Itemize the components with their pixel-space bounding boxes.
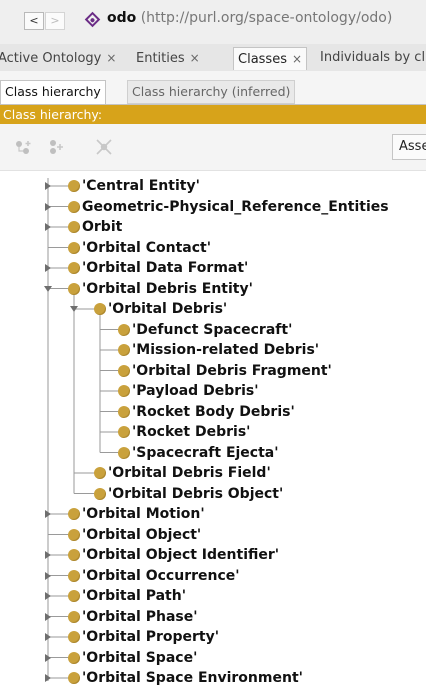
class-label: 'Orbital Debris'	[108, 301, 228, 317]
class-hierarchy-header: Class hierarchy:	[0, 105, 426, 124]
hierarchy-toolbar: Asse	[0, 124, 426, 171]
class-circle-icon	[68, 221, 80, 233]
expand-triangle-icon[interactable]	[44, 571, 52, 581]
tab-class-hierarchy[interactable]: Class hierarchy	[0, 80, 106, 104]
class-label: 'Orbital Debris Fragment'	[132, 362, 332, 379]
class-label: 'Rocket Debris'	[132, 424, 251, 440]
forward-button[interactable]: >	[45, 12, 65, 30]
expand-triangle-icon[interactable]	[44, 181, 52, 191]
tab-label: Entities	[136, 51, 185, 66]
active-ontology-title: odo (http://purl.org/space-ontology/odo)	[107, 10, 392, 26]
class-label: 'Mission-related Debris'	[132, 342, 320, 358]
class-circle-icon	[68, 590, 80, 602]
expand-triangle-icon[interactable]	[44, 509, 52, 519]
ontology-diamond-icon	[84, 11, 101, 28]
ontology-name: odo	[107, 10, 137, 26]
class-circle-icon	[68, 180, 80, 192]
class-label: 'Orbital Debris Object'	[108, 485, 284, 502]
asserted-view-button[interactable]: Asse	[392, 134, 426, 160]
right-arrow-icon: >	[50, 14, 60, 27]
class-circle-icon	[118, 405, 130, 418]
class-label: 'Defunct Spacecraft'	[132, 321, 293, 338]
class-label: 'Orbital Object Identifier'	[82, 547, 280, 563]
left-arrow-icon: <	[29, 14, 39, 27]
class-circle-icon	[94, 467, 106, 479]
class-label: 'Central Entity'	[82, 178, 200, 194]
class-label: 'Orbital Space Environment'	[82, 670, 303, 686]
ontology-iri: (http://purl.org/space-ontology/odo)	[140, 10, 393, 26]
class-circle-icon	[118, 364, 130, 377]
class-circle-icon	[68, 610, 80, 623]
collapse-triangle-icon[interactable]	[44, 284, 52, 294]
class-label: 'Orbital Property'	[82, 629, 220, 645]
class-circle-icon	[118, 323, 130, 336]
tab-entities[interactable]: Entities ×	[136, 47, 200, 70]
class-label: 'Orbital Contact'	[82, 239, 212, 256]
tab-label: Active Ontology	[0, 51, 102, 66]
class-label: Geometric-Physical_Reference_Entities	[82, 198, 389, 215]
class-label: 'Orbital Object'	[82, 526, 202, 543]
tab-active-ontology[interactable]: Active Ontology ×	[0, 47, 116, 70]
class-hierarchy-tree: 'Central Entity' Geometric-Physical_Refer…	[0, 170, 426, 686]
class-circle-icon	[94, 303, 106, 315]
class-circle-icon	[68, 241, 80, 254]
class-circle-icon	[68, 651, 80, 664]
class-circle-icon	[68, 549, 80, 561]
back-button[interactable]: <	[24, 12, 44, 30]
tab-class-hierarchy-inferred[interactable]: Class hierarchy (inferred)	[127, 80, 296, 104]
class-label: 'Orbital Motion'	[82, 506, 205, 522]
class-label: 'Orbital Data Format'	[82, 260, 249, 276]
class-label: 'Orbital Occurrence'	[82, 567, 240, 584]
class-circle-icon	[118, 385, 130, 397]
expand-triangle-icon[interactable]	[44, 222, 52, 232]
class-circle-icon	[68, 569, 80, 582]
class-circle-icon	[68, 508, 80, 520]
hierarchy-view-tabs: Class hierarchy Class hierarchy (inferre…	[0, 71, 426, 105]
class-circle-icon	[68, 631, 80, 643]
class-label: 'Orbital Space'	[82, 649, 198, 666]
close-icon[interactable]: ×	[106, 51, 116, 65]
expand-triangle-icon[interactable]	[44, 612, 52, 622]
expand-triangle-icon[interactable]	[44, 632, 52, 642]
delete-class-icon[interactable]	[95, 139, 113, 155]
class-label: Orbit	[82, 219, 123, 235]
add-sibling-icon[interactable]	[46, 139, 64, 155]
expand-triangle-icon[interactable]	[44, 653, 52, 663]
class-circle-icon	[118, 446, 130, 459]
class-circle-icon	[118, 426, 130, 438]
class-circle-icon	[68, 200, 80, 213]
ontology-address-bar: < > odo (http://purl.org/space-ontology/…	[0, 0, 426, 45]
class-label: 'Orbital Debris Field'	[108, 465, 271, 481]
add-subclass-icon[interactable]	[15, 139, 33, 155]
class-label: 'Orbital Debris Entity'	[82, 280, 253, 297]
class-label: 'Spacecraft Ejecta'	[132, 444, 279, 461]
class-label: 'Orbital Path'	[82, 588, 187, 604]
tab-label: Classes	[238, 52, 287, 67]
collapse-triangle-icon[interactable]	[70, 304, 78, 314]
workspace-tabs: Active Ontology × Entities × Classes × Indi…	[0, 44, 426, 72]
class-circle-icon	[68, 672, 80, 684]
close-icon[interactable]: ×	[292, 52, 302, 66]
class-circle-icon	[68, 282, 80, 295]
tab-label: Individuals by cl	[320, 50, 426, 65]
class-label: 'Rocket Body Debris'	[132, 403, 295, 420]
tab-classes[interactable]: Classes ×	[233, 47, 308, 70]
class-circle-icon	[68, 262, 80, 274]
expand-triangle-icon[interactable]	[44, 550, 52, 560]
class-circle-icon	[94, 487, 106, 500]
class-circle-icon	[68, 528, 80, 541]
close-icon[interactable]: ×	[190, 51, 200, 65]
expand-triangle-icon[interactable]	[44, 263, 52, 273]
tab-individuals-by-class[interactable]: Individuals by cl	[320, 47, 425, 70]
class-circle-icon	[118, 344, 130, 356]
class-label: 'Payload Debris'	[132, 383, 259, 399]
expand-triangle-icon[interactable]	[44, 673, 52, 683]
expand-triangle-icon[interactable]	[44, 591, 52, 601]
expand-triangle-icon[interactable]	[44, 202, 52, 212]
class-label: 'Orbital Phase'	[82, 608, 198, 625]
